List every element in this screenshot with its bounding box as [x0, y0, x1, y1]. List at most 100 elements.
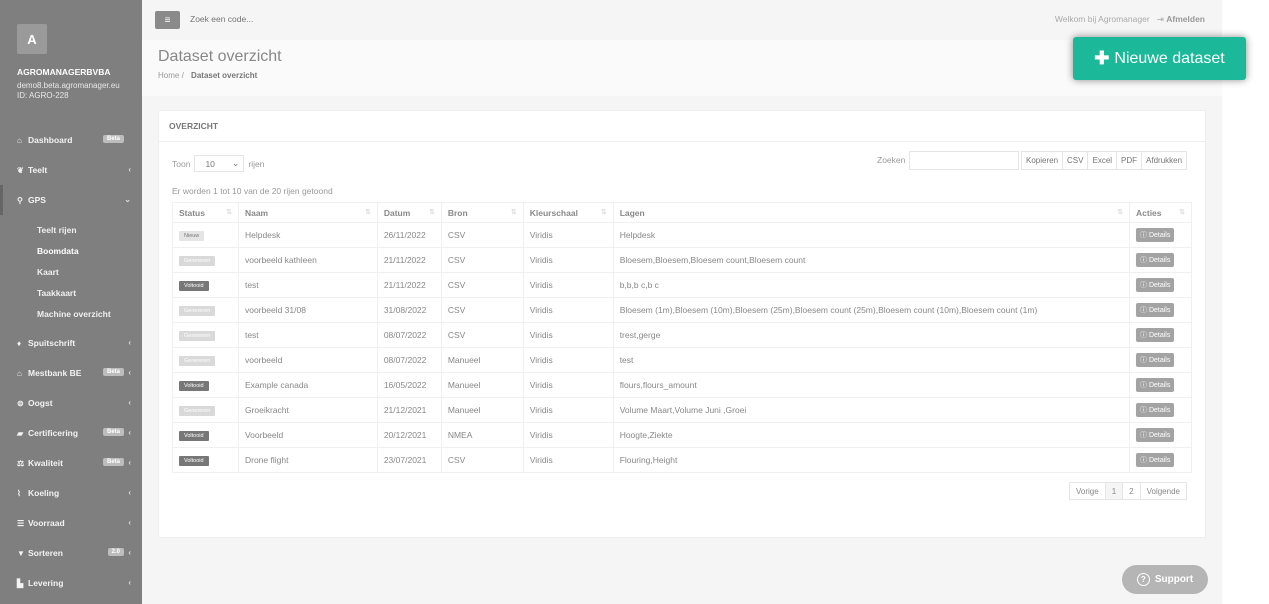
col-datum[interactable]: Datum ⇅ [376, 202, 442, 223]
sidebar-subitem-boomdata[interactable]: Boomdata [0, 240, 142, 261]
cell-datum: 08/07/2022 [376, 347, 442, 373]
leaf-icon: ❦ [17, 165, 24, 175]
col-kleurschaal[interactable]: Kleurschaal ⇅ [522, 202, 614, 223]
details-button[interactable]: ⓘ Details [1136, 253, 1175, 267]
page-length-select[interactable]: 10 ⌄ [194, 155, 245, 172]
sort-icon: ⇅ [1179, 209, 1185, 216]
support-label: Support [1154, 574, 1194, 585]
sidebar-item-koeling[interactable]: ⌇ Koeling ‹ [0, 478, 142, 508]
sidebar-nav: ⌂ Dashboard Beta ❦ Teelt ‹ ⚲ GPS ⌄ Teelt rijen Boo… [0, 125, 142, 598]
cell-bron: Manueel [440, 397, 524, 423]
sidebar-item-gps[interactable]: ⚲ GPS ⌄ [0, 185, 142, 215]
code-search-input[interactable] [190, 14, 390, 24]
details-button[interactable]: ⓘ Details [1136, 428, 1175, 442]
sidebar-item-label: Kwaliteit [28, 458, 63, 468]
cell-datum: 21/12/2021 [376, 397, 442, 423]
status-badge: Voltooid [179, 281, 209, 291]
sidebar-item-spuitschrift[interactable]: ♦ Spuitschrift ‹ [0, 328, 142, 358]
details-button[interactable]: ⓘ Details [1136, 328, 1175, 342]
cell-status: Voltooid [172, 447, 239, 473]
details-button[interactable]: ⓘ Details [1136, 378, 1175, 392]
export-csv-button[interactable]: CSV [1062, 151, 1089, 170]
sidebar-subitem-machine-overzicht[interactable]: Machine overzicht [0, 303, 142, 324]
pager-page-1[interactable]: 1 [1104, 482, 1124, 500]
cell-lagen: Volume Maart,Volume Juni ,Groei [612, 397, 1131, 423]
sidebar-item-sorteren[interactable]: ▼ Sorteren 2.0 ‹ [0, 538, 142, 568]
cell-acties: ⓘ Details [1129, 347, 1192, 373]
menu-toggle-button[interactable]: ≡ [155, 11, 180, 29]
details-button[interactable]: ⓘ Details [1136, 278, 1175, 292]
pager-next[interactable]: Volgende [1139, 482, 1187, 500]
details-button[interactable]: ⓘ Details [1136, 403, 1175, 417]
breadcrumb-current: Dataset overzicht [191, 71, 258, 80]
details-button[interactable]: ⓘ Details [1136, 453, 1175, 467]
chevron-icon: ‹ [128, 578, 131, 587]
status-badge: Voltooid [179, 456, 209, 466]
sidebar-item-voorraad[interactable]: ☰ Voorraad ‹ [0, 508, 142, 538]
export-copy-button[interactable]: Kopieren [1021, 151, 1064, 170]
details-button[interactable]: ⓘ Details [1136, 303, 1175, 317]
table-info: Er worden 1 tot 10 van de 20 rijen getoo… [172, 186, 333, 196]
support-button[interactable]: ? Support [1122, 565, 1208, 594]
details-label: Details [1148, 382, 1171, 389]
company-info: demo8.beta.agromanager.eu ID: AGRO-228 [17, 81, 120, 101]
details-label: Details [1148, 257, 1171, 264]
cell-bron: CSV [440, 447, 524, 473]
sidebar-subitem-taakkaart[interactable]: Taakkaart [0, 282, 142, 303]
cell-bron: CSV [440, 222, 524, 248]
table-row: Genereren Groeikracht 21/12/2021 Manueel Vir… [172, 397, 1192, 423]
cell-naam: Example canada [237, 372, 378, 398]
avatar[interactable]: A [17, 24, 47, 54]
table-body: Nieuw Helpdesk 26/11/2022 CSV Viridis Helpdes… [172, 222, 1192, 473]
col-acties[interactable]: Acties ⇅ [1129, 202, 1192, 223]
details-button[interactable]: ⓘ Details [1136, 228, 1175, 242]
breadcrumb-home[interactable]: Home [158, 71, 179, 80]
cell-status: Genereren [172, 322, 239, 348]
col-bron[interactable]: Bron ⇅ [440, 202, 524, 223]
cell-bron: CSV [440, 247, 524, 273]
col-lagen[interactable]: Lagen ⇅ [612, 202, 1131, 223]
export-excel-button[interactable]: Excel [1087, 151, 1118, 170]
pager-page-2[interactable]: 2 [1122, 482, 1141, 500]
status-badge: Genereren [179, 306, 216, 316]
sidebar-item-teelt[interactable]: ❦ Teelt ‹ [0, 155, 142, 185]
question-icon: ? [1136, 573, 1150, 586]
sidebar-item-oogst[interactable]: ⊜ Oogst ‹ [0, 388, 142, 418]
export-pdf-button[interactable]: PDF [1116, 151, 1143, 170]
cell-naam: voorbeeld [237, 347, 378, 373]
logout-icon: ⇥ [1152, 14, 1164, 24]
cell-acties: ⓘ Details [1129, 297, 1192, 323]
col-status[interactable]: Status ⇅ [172, 202, 239, 223]
sidebar-item-levering[interactable]: ▙ Levering ‹ [0, 568, 142, 598]
col-naam[interactable]: Naam ⇅ [237, 202, 378, 223]
cell-lagen: test [612, 347, 1131, 373]
show-label: Toon [172, 158, 191, 169]
sidebar-subitem-kaart[interactable]: Kaart [0, 261, 142, 282]
cell-naam: test [237, 322, 378, 348]
sidebar-item-dashboard[interactable]: ⌂ Dashboard Beta [0, 125, 142, 155]
cell-acties: ⓘ Details [1129, 272, 1192, 298]
chevron-down-icon: ⌄ [231, 158, 240, 168]
table-search-input[interactable] [909, 151, 1019, 170]
sidebar-subitem-teelt-rijen[interactable]: Teelt rijen [0, 219, 142, 240]
chevron-icon: ‹ [128, 488, 131, 497]
beta-badge: Beta [102, 458, 124, 466]
sidebar-item-kwaliteit[interactable]: ⚖ Kwaliteit Beta ‹ [0, 448, 142, 478]
cell-datum: 23/07/2021 [376, 447, 442, 473]
new-dataset-button[interactable]: ✚ Nieuwe dataset [1073, 37, 1246, 80]
pager-prev[interactable]: Vorige [1069, 482, 1106, 500]
details-button[interactable]: ⓘ Details [1136, 353, 1175, 367]
status-badge: Genereren [179, 256, 216, 266]
overview-panel: OVERZICHT Toon 10 ⌄ rijen Zoeken Kopiere… [158, 110, 1206, 538]
sort-icon: ⇅ [226, 209, 232, 216]
sort-icon: ⇅ [510, 209, 517, 216]
logout-link[interactable]: Afmelden [1166, 14, 1205, 24]
thermometer-icon: ⌇ [17, 488, 21, 498]
info-icon: ⓘ [1140, 432, 1149, 439]
sidebar-item-certificering[interactable]: ▰ Certificering Beta ‹ [0, 418, 142, 448]
export-print-button[interactable]: Afdrukken [1141, 151, 1188, 170]
cell-naam: voorbeeld kathleen [237, 247, 378, 273]
cell-status: Genereren [172, 247, 239, 273]
sidebar-item-mestbank-be[interactable]: ⌂ Mestbank BE Beta ‹ [0, 358, 142, 388]
cell-lagen: Bloesem,Bloesem,Bloesem count,Bloesem co… [612, 247, 1131, 273]
